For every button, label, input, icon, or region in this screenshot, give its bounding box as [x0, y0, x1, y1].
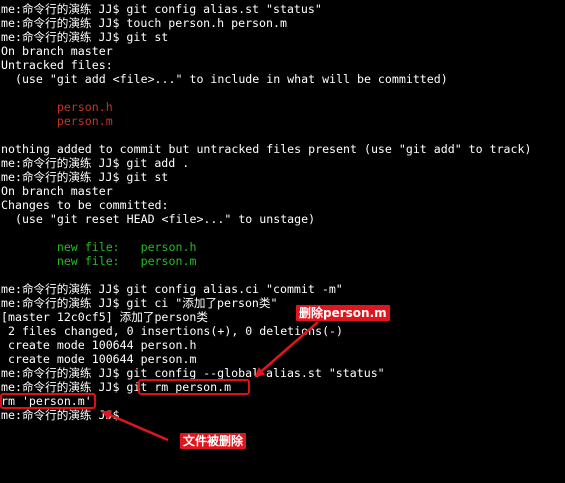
terminal-line: me:命令行的演练 JJ$ git ci "添加了person类" [1, 296, 278, 310]
terminal-line: me:命令行的演练 JJ$ git rm person.m [1, 380, 232, 394]
terminal-line: Changes to be committed: [1, 198, 169, 212]
terminal-line: new file: person.h [1, 240, 197, 254]
terminal-line: person.m [1, 114, 113, 128]
terminal-line: me:命令行的演练 JJ$ git st [1, 30, 169, 44]
terminal-line: new file: person.m [1, 254, 197, 268]
terminal-line: Untracked files: [1, 58, 113, 72]
terminal-line: On branch master [1, 44, 113, 58]
terminal-line: 2 files changed, 0 insertions(+), 0 dele… [1, 324, 344, 338]
callout-delete-file: 删除person.m [296, 305, 390, 321]
highlight-git-rm-command [138, 379, 250, 395]
highlight-rm-output [0, 393, 96, 409]
terminal-line: (use "git add <file>..." to include in w… [1, 72, 448, 86]
terminal-line: me:命令行的演练 JJ$ [1, 408, 120, 422]
terminal-line: me:命令行的演练 JJ$ git config --global alias.… [1, 366, 385, 380]
terminal-line: create mode 100644 person.m [1, 352, 197, 366]
terminal-line: create mode 100644 person.h [1, 338, 197, 352]
terminal-line: nothing added to commit but untracked fi… [1, 142, 532, 156]
terminal-line: (use "git reset HEAD <file>..." to unsta… [1, 212, 316, 226]
terminal-line: me:命令行的演练 JJ$ git add . [1, 156, 190, 170]
terminal-line: me:命令行的演练 JJ$ touch person.h person.m [1, 16, 287, 30]
terminal-line: On branch master [1, 184, 113, 198]
terminal-line: me:命令行的演练 JJ$ git config alias.st "statu… [1, 2, 322, 16]
terminal-line: me:命令行的演练 JJ$ git st [1, 170, 169, 184]
callout-file-deleted: 文件被删除 [180, 433, 247, 449]
terminal-line: [master 12c0cf5] 添加了person类 [1, 310, 208, 324]
terminal-output[interactable]: me:命令行的演练 JJ$ git config alias.st "statu… [0, 0, 565, 483]
terminal-line: person.h [1, 100, 113, 114]
terminal-line: me:命令行的演练 JJ$ git config alias.ci "commi… [1, 282, 343, 296]
